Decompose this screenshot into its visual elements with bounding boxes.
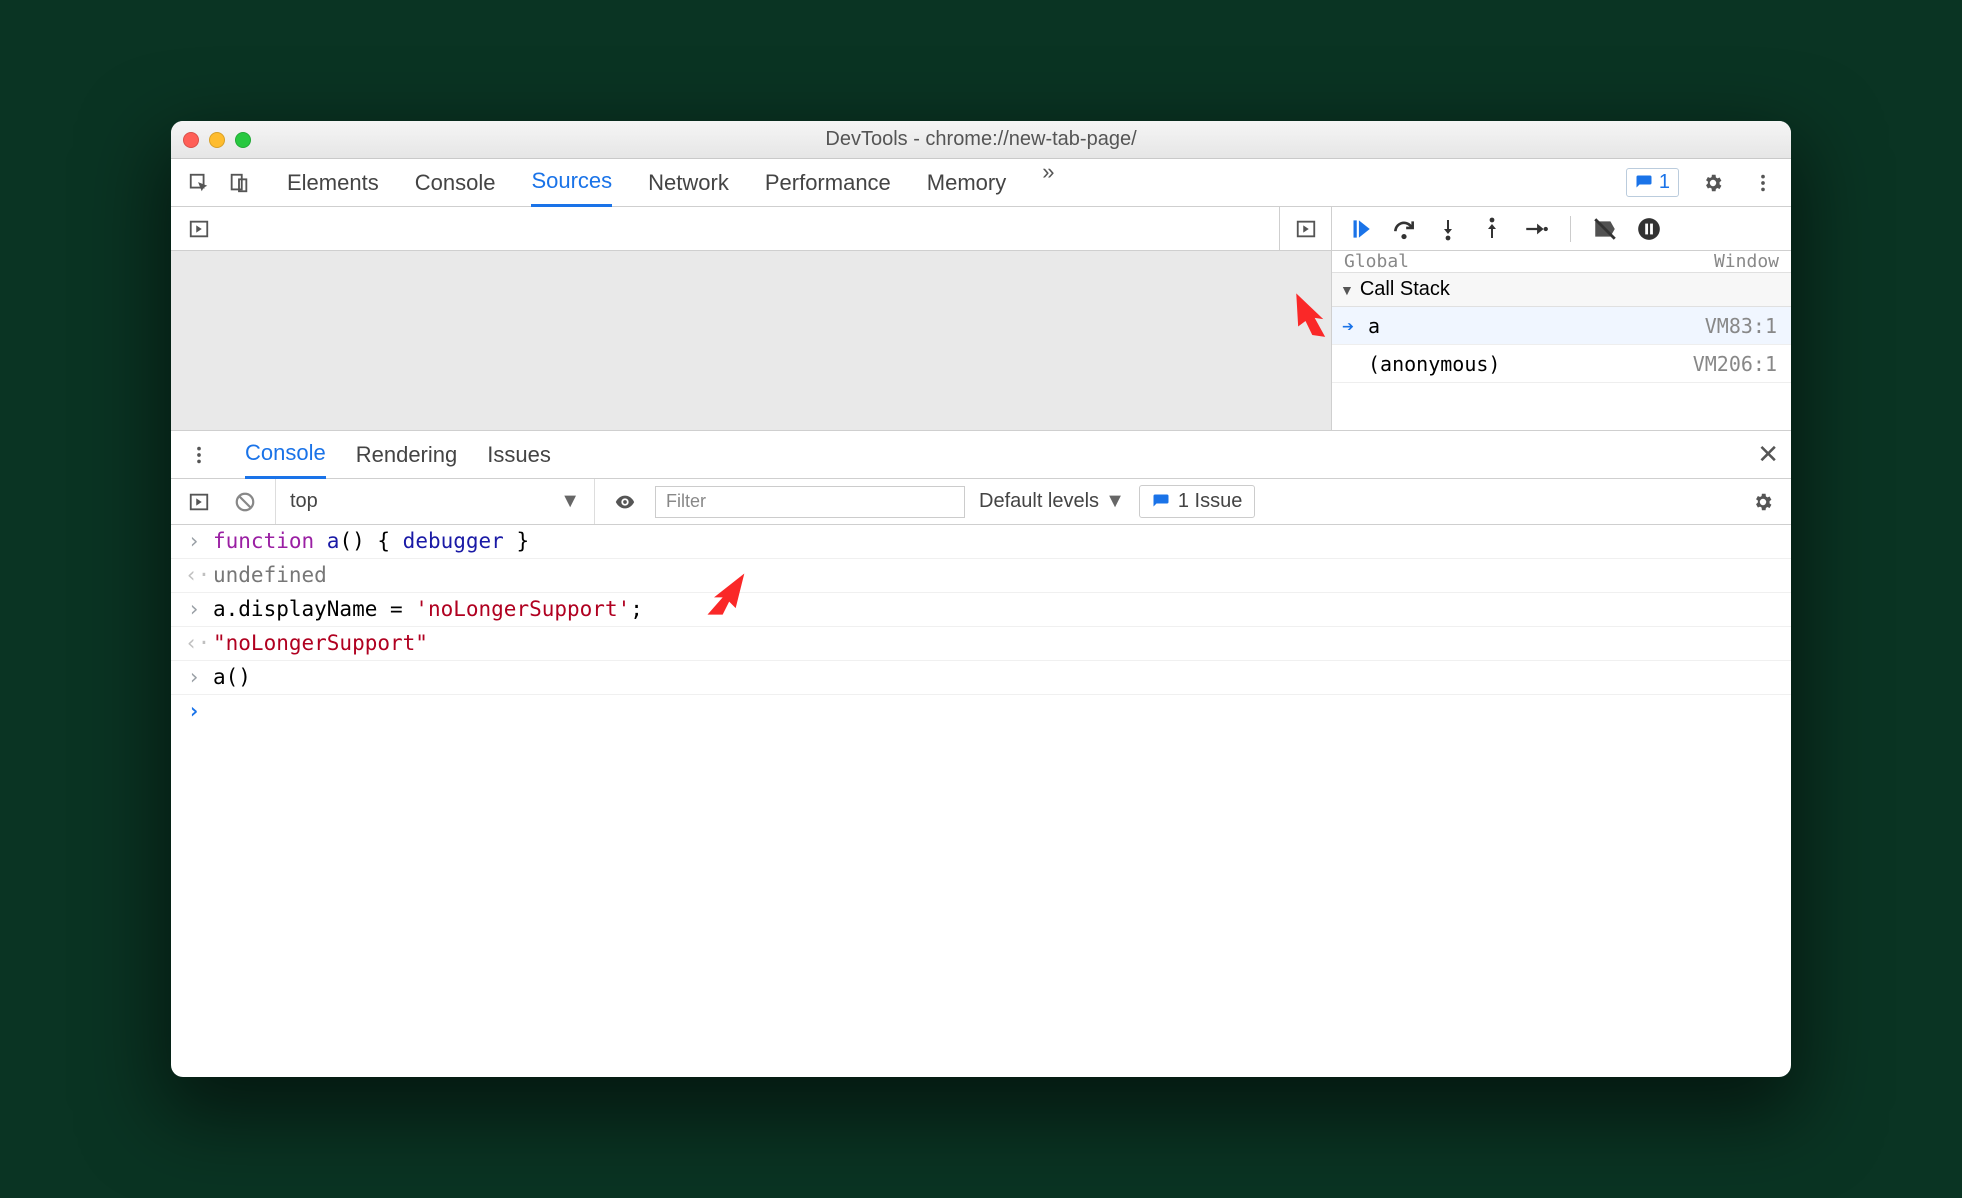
clear-console-icon[interactable] [229, 486, 261, 518]
issues-badge[interactable]: 1 [1626, 168, 1679, 197]
call-stack-frame[interactable]: ➔ a VM83:1 [1332, 307, 1791, 345]
debugger-sidebar: Global Window ▼ Call Stack ➔ a VM83:1 (a… [1331, 251, 1791, 430]
dropdown-icon: ▼ [560, 490, 580, 513]
drawer-tabbar: Console Rendering Issues ✕ [171, 431, 1791, 479]
step-over-icon[interactable] [1390, 215, 1418, 243]
console-code: function a() { debugger } [213, 529, 529, 553]
inspect-element-icon[interactable] [183, 167, 215, 199]
deactivate-breakpoints-icon[interactable] [1591, 215, 1619, 243]
show-navigator-icon[interactable] [183, 213, 215, 245]
tab-performance[interactable]: Performance [765, 159, 891, 207]
annotation-arrow-icon [701, 567, 753, 624]
console-result: undefined [213, 563, 327, 587]
scope-value: Window [1714, 251, 1779, 272]
toolbar-right: 1 [1626, 167, 1779, 199]
titlebar: DevTools - chrome://new-tab-page/ [171, 121, 1791, 159]
levels-label: Default levels [979, 490, 1099, 513]
show-debugger-icon[interactable] [1290, 213, 1322, 245]
context-label: top [290, 490, 318, 513]
frame-location: VM83:1 [1705, 314, 1777, 338]
separator [1570, 216, 1571, 242]
source-editor[interactable] [171, 251, 1331, 430]
console-toolbar: top ▼ Filter Default levels ▼ 1 Issue [171, 479, 1791, 525]
console-input-line: › a.displayName = 'noLongerSupport'; [171, 593, 1791, 627]
console-body: › function a() { debugger } ‹· undefined… [171, 525, 1791, 729]
tab-elements[interactable]: Elements [287, 159, 379, 207]
pause-on-exceptions-icon[interactable] [1635, 215, 1663, 243]
scope-row-global[interactable]: Global Window [1332, 251, 1791, 273]
log-levels-selector[interactable]: Default levels ▼ [979, 490, 1125, 513]
sources-body: Global Window ▼ Call Stack ➔ a VM83:1 (a… [171, 251, 1791, 431]
call-stack-frame[interactable]: (anonymous) VM206:1 [1332, 345, 1791, 383]
main-tabbar: Elements Console Sources Network Perform… [171, 159, 1791, 207]
disclosure-triangle-icon: ▼ [1340, 282, 1354, 298]
console-code: a.displayName = 'noLongerSupport'; [213, 597, 643, 621]
console-settings-icon[interactable] [1747, 486, 1779, 518]
issues-button[interactable]: 1 Issue [1139, 485, 1255, 518]
debugger-controls [1331, 207, 1791, 250]
sources-toolbar [171, 207, 1791, 251]
input-marker-icon: › [185, 665, 203, 689]
filter-placeholder: Filter [666, 491, 706, 512]
console-input-line: › a() [171, 661, 1791, 695]
console-prompt[interactable]: › [171, 695, 1791, 729]
dropdown-icon: ▼ [1105, 490, 1125, 513]
drawer-menu-icon[interactable] [183, 439, 215, 471]
window-title: DevTools - chrome://new-tab-page/ [171, 128, 1791, 151]
console-input-line: › function a() { debugger } [171, 525, 1791, 559]
prompt-marker-icon: › [185, 699, 203, 723]
close-drawer-icon[interactable]: ✕ [1757, 439, 1779, 470]
drawer-tab-console[interactable]: Console [245, 431, 326, 479]
resume-icon[interactable] [1346, 215, 1374, 243]
more-tabs-icon[interactable]: » [1042, 159, 1054, 207]
main-tabs: Elements Console Sources Network Perform… [287, 159, 1618, 207]
drawer-tab-rendering[interactable]: Rendering [356, 431, 458, 479]
input-marker-icon: › [185, 597, 203, 621]
call-stack-header[interactable]: ▼ Call Stack [1332, 273, 1791, 307]
step-icon[interactable] [1522, 215, 1550, 243]
output-marker-icon: ‹· [185, 631, 203, 655]
step-out-icon[interactable] [1478, 215, 1506, 243]
settings-icon[interactable] [1697, 167, 1729, 199]
issues-label: 1 Issue [1178, 490, 1242, 513]
call-stack-title: Call Stack [1360, 278, 1450, 301]
kebab-menu-icon[interactable] [1747, 167, 1779, 199]
console-output-line: ‹· "noLongerSupport" [171, 627, 1791, 661]
console-code: a() [213, 665, 251, 689]
tab-network[interactable]: Network [648, 159, 729, 207]
frame-name: (anonymous) [1368, 352, 1500, 376]
annotation-arrow-icon [1285, 287, 1337, 344]
issues-count: 1 [1659, 171, 1670, 194]
console-result: "noLongerSupport" [213, 631, 428, 655]
frame-location: VM206:1 [1693, 352, 1777, 376]
drawer-tab-issues[interactable]: Issues [487, 431, 551, 479]
tab-sources[interactable]: Sources [531, 159, 612, 207]
scope-name: Global [1344, 251, 1409, 272]
tab-console[interactable]: Console [415, 159, 496, 207]
output-marker-icon: ‹· [185, 563, 203, 587]
tab-memory[interactable]: Memory [927, 159, 1006, 207]
frame-name: a [1368, 314, 1380, 338]
current-frame-icon: ➔ [1342, 314, 1354, 338]
live-expression-icon[interactable] [609, 486, 641, 518]
step-into-icon[interactable] [1434, 215, 1462, 243]
console-filter-input[interactable]: Filter [655, 486, 965, 518]
show-console-sidebar-icon[interactable] [183, 486, 215, 518]
devtools-window: DevTools - chrome://new-tab-page/ Elemen… [171, 121, 1791, 1077]
input-marker-icon: › [185, 529, 203, 553]
execution-context-selector[interactable]: top ▼ [275, 479, 595, 524]
console-output-line: ‹· undefined [171, 559, 1791, 593]
device-toggle-icon[interactable] [223, 167, 255, 199]
